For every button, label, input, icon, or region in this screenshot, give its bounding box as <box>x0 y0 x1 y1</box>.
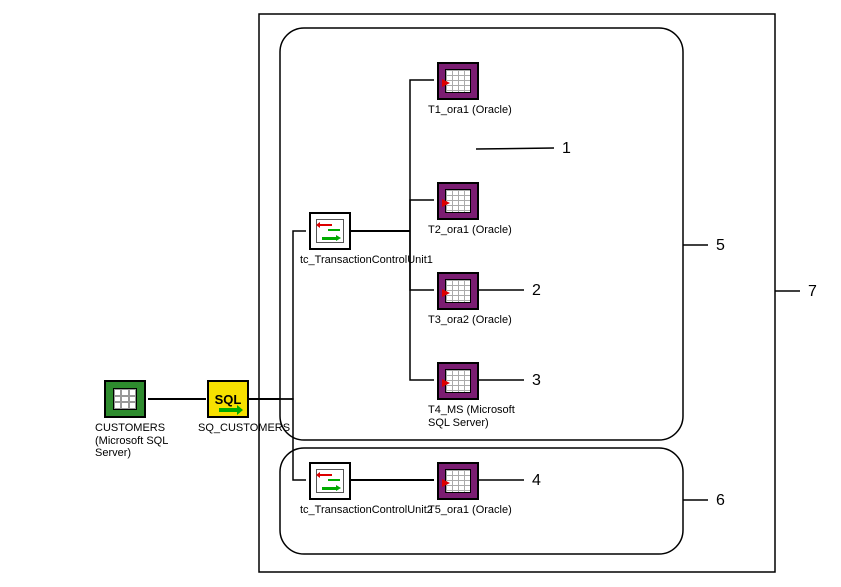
callout-4: 4 <box>532 472 541 490</box>
sq-label: SQ_CUSTOMERS <box>198 422 288 435</box>
tc2-label: tc_TransactionControlUnit2 <box>300 504 390 517</box>
t2-label: T2_ora1 (Oracle) <box>428 224 518 237</box>
target-icon <box>437 62 479 100</box>
callout-6: 6 <box>716 492 725 510</box>
tc1-node[interactable]: tc_TransactionControlUnit1 <box>305 212 355 267</box>
sql-icon: SQL <box>207 380 249 418</box>
tc-icon <box>309 212 351 250</box>
tc1-label: tc_TransactionControlUnit1 <box>300 254 390 267</box>
t5-label: T5_ora1 (Oracle) <box>428 504 518 517</box>
target-icon <box>437 272 479 310</box>
callout-1: 1 <box>562 140 571 158</box>
tc2-node[interactable]: tc_TransactionControlUnit2 <box>305 462 355 517</box>
target-t1[interactable]: T1_ora1 (Oracle) <box>433 62 483 117</box>
target-icon <box>437 362 479 400</box>
sq-node[interactable]: SQL SQ_CUSTOMERS <box>203 380 253 435</box>
target-t4[interactable]: T4_MS (Microsoft SQL Server) <box>433 362 483 429</box>
callout-7: 7 <box>808 283 817 301</box>
target-t2[interactable]: T2_ora1 (Oracle) <box>433 182 483 237</box>
t4-label: T4_MS (Microsoft SQL Server) <box>428 404 518 429</box>
callout-3: 3 <box>532 372 541 390</box>
diagram-connectors <box>0 0 841 587</box>
callout-5: 5 <box>716 237 725 255</box>
target-icon <box>437 462 479 500</box>
t1-label: T1_ora1 (Oracle) <box>428 104 518 117</box>
target-t5[interactable]: T5_ora1 (Oracle) <box>433 462 483 517</box>
source-node-customers[interactable]: CUSTOMERS (Microsoft SQL Server) <box>100 380 150 460</box>
callout-2: 2 <box>532 282 541 300</box>
tc-icon <box>309 462 351 500</box>
source-icon <box>104 380 146 418</box>
t3-label: T3_ora2 (Oracle) <box>428 314 518 327</box>
source-label: CUSTOMERS (Microsoft SQL Server) <box>95 422 185 460</box>
target-icon <box>437 182 479 220</box>
target-t3[interactable]: T3_ora2 (Oracle) <box>433 272 483 327</box>
